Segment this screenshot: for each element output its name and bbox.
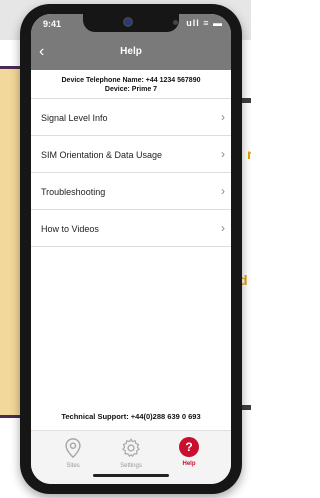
signal-battery-icon: ull ≡ ▬ — [186, 18, 223, 28]
sensor-icon — [173, 20, 178, 25]
scene: r d 9:41 ull ≡ ▬ ‹ Help Device Telephone… — [0, 0, 251, 498]
menu-list: Signal Level Info › SIM Orientation & Da… — [31, 98, 231, 247]
technical-support: Technical Support: +44(0)288 639 0 693 — [61, 412, 201, 421]
tab-label: Settings — [120, 463, 142, 469]
menu-item-label: Troubleshooting — [41, 187, 106, 197]
tab-label: Sites — [66, 463, 80, 469]
menu-item-signal-level[interactable]: Signal Level Info › — [31, 99, 231, 136]
page-title: Help — [120, 46, 142, 57]
location-pin-icon — [65, 438, 81, 459]
menu-item-label: Signal Level Info — [41, 113, 108, 123]
menu-item-troubleshooting[interactable]: Troubleshooting › — [31, 173, 231, 210]
chevron-right-icon: › — [221, 221, 225, 235]
menu-item-how-to-videos[interactable]: How to Videos › — [31, 210, 231, 247]
tab-settings[interactable]: Settings — [101, 437, 161, 469]
chevron-right-icon: › — [221, 110, 225, 124]
status-time: 9:41 — [43, 19, 62, 29]
device-model: Device: Prime 7 — [104, 86, 158, 93]
device-name: Device Telephone Name: +44 1234 567890 — [61, 77, 201, 84]
menu-item-label: How to Videos — [41, 224, 99, 234]
tab-label: Help — [182, 461, 196, 467]
menu-item-label: SIM Orientation & Data Usage — [41, 150, 163, 160]
tab-help[interactable]: ? Help — [159, 437, 219, 467]
nav-bar: ‹ Help — [31, 36, 231, 70]
question-icon: ? — [179, 437, 199, 457]
menu-item-sim-orientation[interactable]: SIM Orientation & Data Usage › — [31, 136, 231, 173]
home-indicator[interactable] — [93, 474, 169, 477]
phone-screen: 9:41 ull ≡ ▬ ‹ Help Device Telephone Nam… — [31, 14, 231, 484]
chevron-right-icon: › — [221, 184, 225, 198]
gear-icon — [122, 438, 140, 458]
device-info: Device Telephone Name: +44 1234 567890 D… — [31, 76, 231, 94]
camera-icon — [123, 17, 133, 27]
tab-sites[interactable]: Sites — [43, 437, 103, 469]
peek-text: r — [247, 146, 251, 162]
chevron-right-icon: › — [221, 147, 225, 161]
